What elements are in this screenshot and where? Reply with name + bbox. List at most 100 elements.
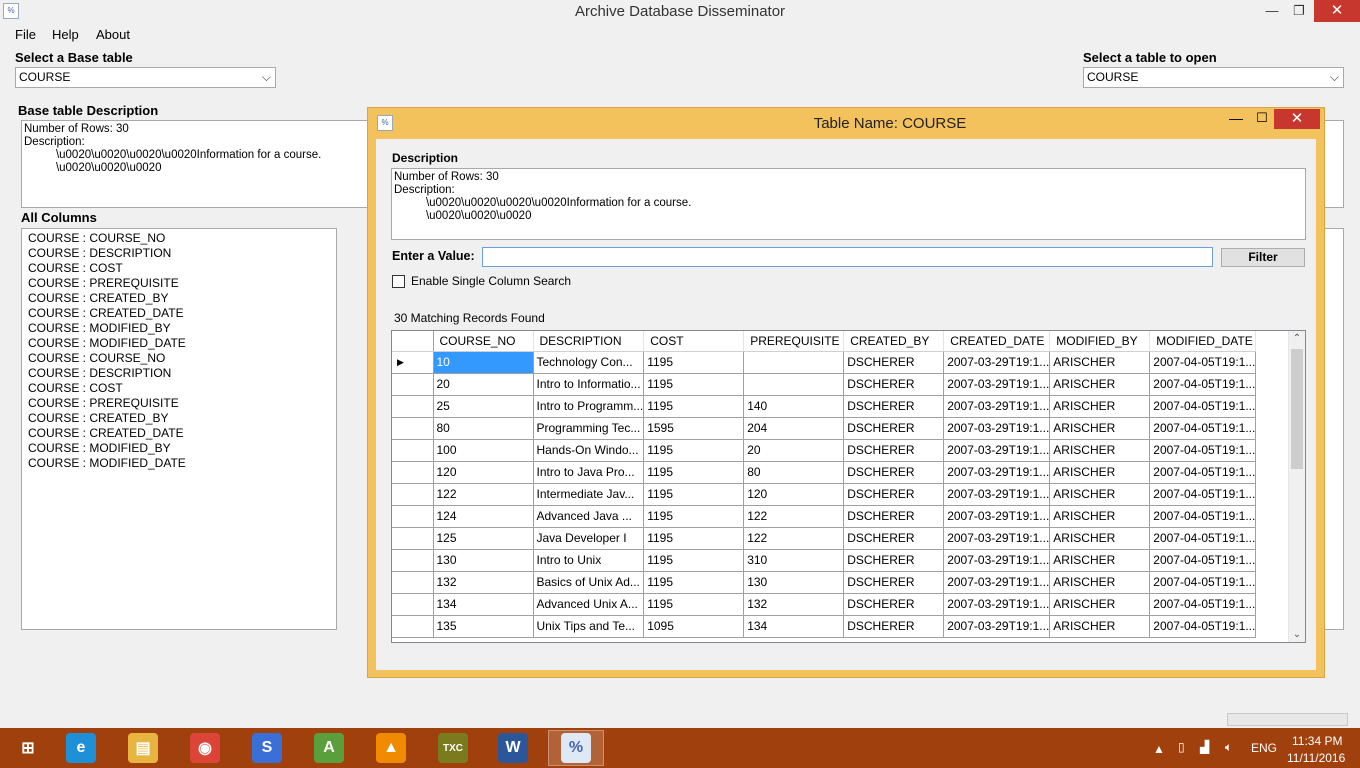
table-cell[interactable]: 122	[743, 527, 845, 550]
table-cell[interactable]: 80	[433, 417, 534, 440]
table-cell[interactable]: 135	[433, 615, 534, 638]
table-cell[interactable]: ARISCHER	[1049, 571, 1151, 594]
table-cell[interactable]: DSCHERER	[843, 571, 945, 594]
column-list-item[interactable]: COURSE : PREREQUISITE	[28, 276, 330, 291]
column-list-item[interactable]: COURSE : DESCRIPTION	[28, 246, 330, 261]
table-cell[interactable]: ARISCHER	[1049, 351, 1151, 374]
row-header[interactable]	[392, 373, 434, 396]
table-cell[interactable]: 310	[743, 549, 845, 572]
table-cell[interactable]: ARISCHER	[1049, 615, 1151, 638]
table-cell[interactable]: 2007-03-29T19:1...	[943, 527, 1051, 550]
table-cell[interactable]: 2007-04-05T19:1...	[1149, 373, 1257, 396]
table-cell[interactable]: 2007-03-29T19:1...	[943, 417, 1051, 440]
table-cell[interactable]: ARISCHER	[1049, 527, 1151, 550]
table-cell[interactable]: 2007-03-29T19:1...	[943, 593, 1051, 616]
table-cell[interactable]: Intro to Informatio...	[533, 373, 645, 396]
file-explorer-taskbar-button[interactable]: ▤	[115, 730, 171, 766]
table-cell[interactable]: ARISCHER	[1049, 483, 1151, 506]
table-cell[interactable]: 140	[743, 395, 845, 418]
column-list-item[interactable]: COURSE : COST	[28, 261, 330, 276]
table-cell[interactable]: 80	[743, 461, 845, 484]
table-cell[interactable]: Basics of Unix Ad...	[533, 571, 645, 594]
minimize-button[interactable]: —	[1226, 110, 1246, 126]
table-cell[interactable]: ARISCHER	[1049, 549, 1151, 572]
table-cell[interactable]: ARISCHER	[1049, 439, 1151, 462]
minimize-button[interactable]: —	[1258, 0, 1286, 22]
column-list-item[interactable]: COURSE : CREATED_BY	[28, 291, 330, 306]
restore-button[interactable]: ❐	[1285, 0, 1313, 22]
column-list-item[interactable]: COURSE : CREATED_DATE	[28, 306, 330, 321]
table-row[interactable]: 25 Intro to Programm... 1195 140 DSCHERER 200…	[392, 395, 1257, 418]
table-cell[interactable]: 2007-03-29T19:1...	[943, 505, 1051, 528]
table-cell[interactable]: Advanced Unix A...	[533, 593, 645, 616]
table-row[interactable]: 120 Intro to Java Pro... 1195 80 DSCHERER 200…	[392, 461, 1257, 484]
table-cell[interactable]: 2007-03-29T19:1...	[943, 483, 1051, 506]
table-cell[interactable]: 2007-03-29T19:1...	[943, 461, 1051, 484]
table-cell[interactable]: 204	[743, 417, 845, 440]
table-cell[interactable]: DSCHERER	[843, 395, 945, 418]
scroll-up-icon[interactable]: ⌃	[1289, 333, 1305, 344]
row-header[interactable]	[392, 593, 434, 616]
clock-time[interactable]: 11:34 PM	[1292, 734, 1342, 748]
word-taskbar-button[interactable]: W	[485, 730, 541, 766]
row-header[interactable]	[392, 571, 434, 594]
table-cell[interactable]: DSCHERER	[843, 483, 945, 506]
column-list-item[interactable]: COURSE : CREATED_BY	[28, 411, 330, 426]
scroll-down-icon[interactable]: ⌄	[1289, 629, 1305, 640]
android-studio-taskbar-button[interactable]: A	[301, 730, 357, 766]
base-description-text[interactable]: Number of Rows: 30 Description: \u0020\u…	[21, 120, 371, 208]
volume-icon[interactable]: 🔈︎	[1225, 740, 1232, 755]
table-cell[interactable]: 1195	[643, 351, 745, 374]
table-cell[interactable]: DSCHERER	[843, 505, 945, 528]
table-cell[interactable]: 2007-04-05T19:1...	[1149, 527, 1257, 550]
table-row[interactable]: 122 Intermediate Jav... 1195 120 DSCHERER 200…	[392, 483, 1257, 506]
table-cell[interactable]: DSCHERER	[843, 593, 945, 616]
column-header[interactable]: CREATED_DATE	[943, 331, 1051, 352]
vertical-scrollbar[interactable]: ⌃ ⌄	[1288, 331, 1305, 642]
column-header[interactable]: COST	[643, 331, 745, 352]
swirl-app-taskbar-button[interactable]: S	[239, 730, 295, 766]
table-cell[interactable]: ARISCHER	[1049, 417, 1151, 440]
table-row[interactable]: 130 Intro to Unix 1195 310 DSCHERER 2007-03-2…	[392, 549, 1257, 572]
table-cell[interactable]: 2007-04-05T19:1...	[1149, 615, 1257, 638]
table-cell[interactable]	[743, 351, 845, 374]
description-text[interactable]: Number of Rows: 30 Description: \u0020\u…	[391, 168, 1306, 240]
table-cell[interactable]: DSCHERER	[843, 417, 945, 440]
table-cell[interactable]: 1195	[643, 593, 745, 616]
table-cell[interactable]: 1195	[643, 439, 745, 462]
column-list-item[interactable]: COURSE : MODIFIED_BY	[28, 441, 330, 456]
table-cell[interactable]: 2007-04-05T19:1...	[1149, 417, 1257, 440]
table-cell[interactable]: DSCHERER	[843, 439, 945, 462]
table-cell[interactable]: 2007-03-29T19:1...	[943, 571, 1051, 594]
table-cell[interactable]: 2007-04-05T19:1...	[1149, 483, 1257, 506]
table-cell[interactable]: Programming Tec...	[533, 417, 645, 440]
table-cell[interactable]: 2007-04-05T19:1...	[1149, 351, 1257, 374]
row-header[interactable]	[392, 417, 434, 440]
row-header[interactable]	[392, 395, 434, 418]
table-cell[interactable]: 1195	[643, 505, 745, 528]
table-cell[interactable]: DSCHERER	[843, 615, 945, 638]
table-cell[interactable]: 120	[433, 461, 534, 484]
filter-value-input[interactable]	[482, 247, 1213, 267]
table-cell[interactable]: 1195	[643, 483, 745, 506]
table-cell[interactable]: 2007-03-29T19:1...	[943, 615, 1051, 638]
table-cell[interactable]: 1195	[643, 571, 745, 594]
table-cell[interactable]: Intro to Java Pro...	[533, 461, 645, 484]
column-list-item[interactable]: COURSE : MODIFIED_BY	[28, 321, 330, 336]
open-table-select[interactable]: COURSE ⌵	[1083, 67, 1344, 88]
table-cell[interactable]: DSCHERER	[843, 549, 945, 572]
base-table-select[interactable]: COURSE ⌵	[15, 67, 276, 88]
table-cell[interactable]: 120	[743, 483, 845, 506]
table-cell[interactable]: DSCHERER	[843, 461, 945, 484]
row-header[interactable]: ▶	[392, 351, 434, 374]
table-cell[interactable]: 1095	[643, 615, 745, 638]
row-header[interactable]	[392, 461, 434, 484]
vlc-taskbar-button[interactable]: ▲	[363, 730, 419, 766]
table-cell[interactable]: Unix Tips and Te...	[533, 615, 645, 638]
single-column-checkbox[interactable]	[392, 275, 405, 288]
chrome-taskbar-button[interactable]: ◉	[177, 730, 233, 766]
internet-explorer-taskbar-button[interactable]: e	[53, 730, 109, 766]
table-cell[interactable]: 2007-04-05T19:1...	[1149, 571, 1257, 594]
column-list-item[interactable]: COURSE : COURSE_NO	[28, 351, 330, 366]
table-cell[interactable]: 2007-04-05T19:1...	[1149, 549, 1257, 572]
